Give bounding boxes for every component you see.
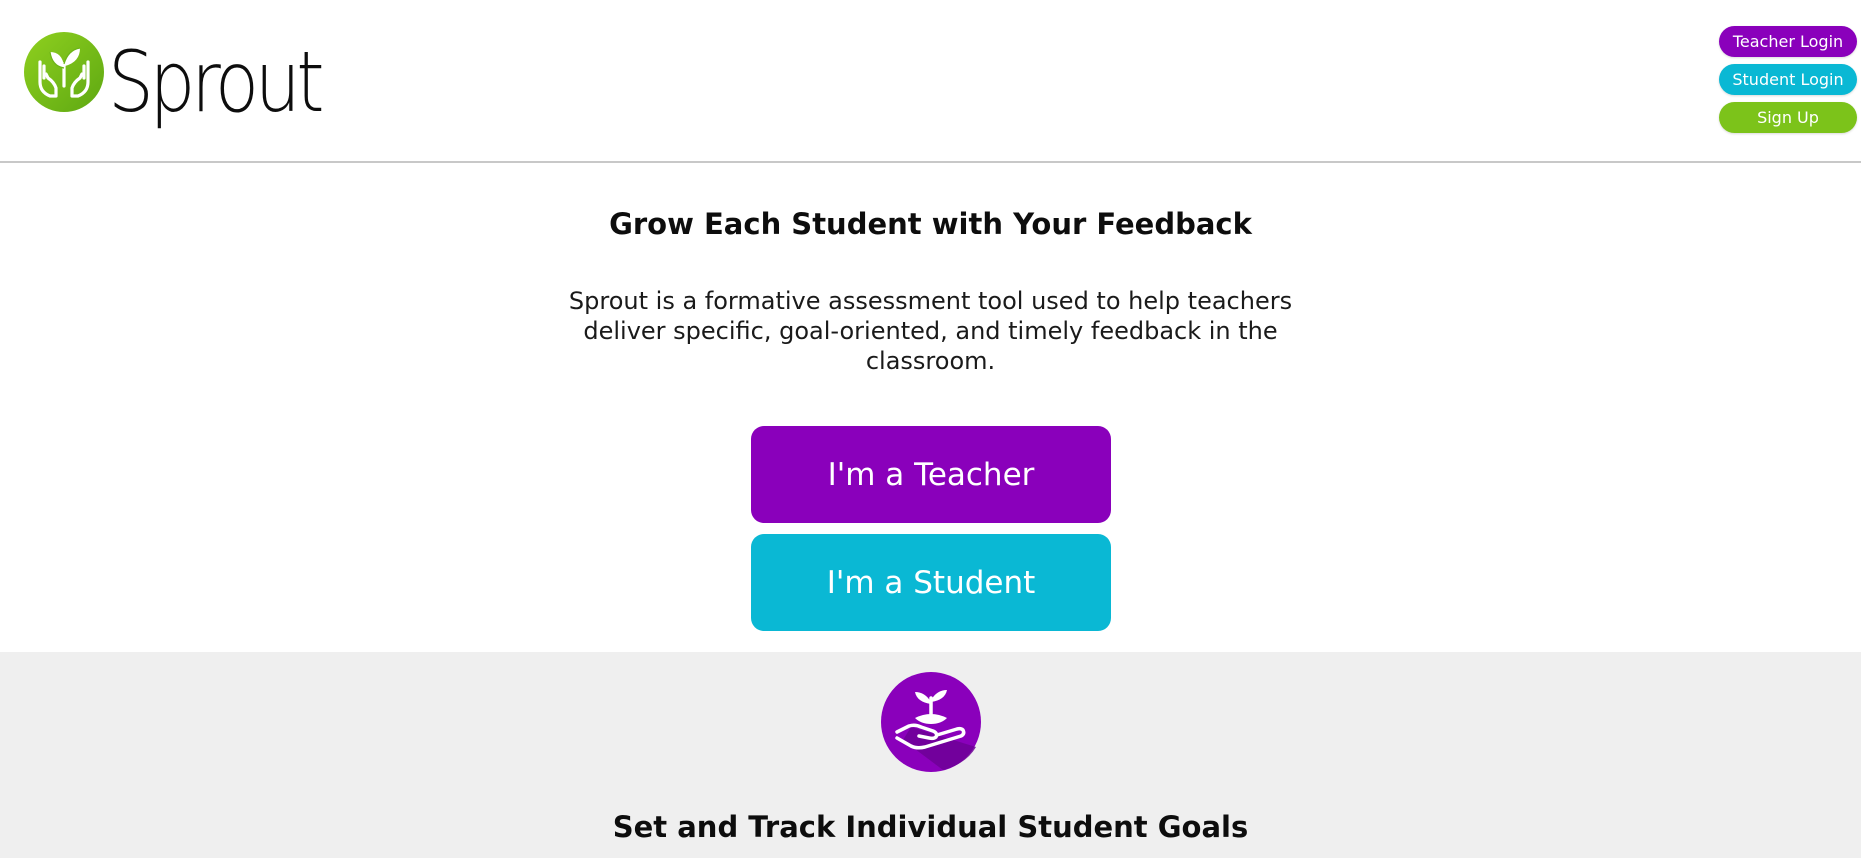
sign-up-button[interactable]: Sign Up xyxy=(1719,102,1857,133)
student-login-button[interactable]: Student Login xyxy=(1719,64,1857,95)
feature-section: Set and Track Individual Student Goals xyxy=(0,652,1861,858)
im-a-teacher-button[interactable]: I'm a Teacher xyxy=(751,426,1111,523)
hero-description: Sprout is a formative assessment tool us… xyxy=(568,287,1293,375)
im-a-student-button[interactable]: I'm a Student xyxy=(751,534,1111,631)
hands-holding-sprout-icon xyxy=(24,32,104,112)
hero-title: Grow Each Student with Your Feedback xyxy=(609,207,1252,241)
site-header: Sprout Teacher Login Student Login Sign … xyxy=(0,0,1861,163)
logo[interactable]: Sprout xyxy=(24,32,355,124)
teacher-login-button[interactable]: Teacher Login xyxy=(1719,26,1857,57)
logo-wordmark: Sprout xyxy=(108,33,325,131)
auth-buttons: Teacher Login Student Login Sign Up xyxy=(1719,26,1857,133)
hand-holding-seedling-icon xyxy=(881,672,981,772)
feature-title: Set and Track Individual Student Goals xyxy=(612,810,1249,844)
